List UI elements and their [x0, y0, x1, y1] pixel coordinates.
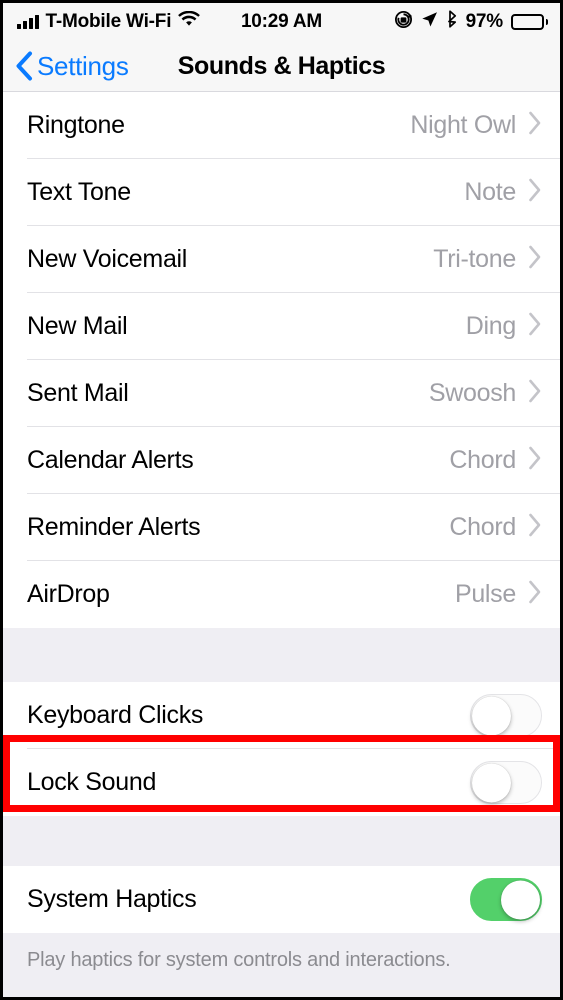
carrier-label: T-Mobile Wi-Fi [45, 11, 172, 32]
chevron-right-icon [528, 580, 542, 609]
row-label: New Mail [27, 312, 128, 340]
row-accessory [470, 878, 542, 921]
row-accessory: Chord [449, 446, 542, 475]
status-bar-right: 97% [394, 10, 548, 35]
row-accessory: Note [464, 178, 542, 207]
list-item-airdrop[interactable]: AirDrop Pulse [3, 561, 560, 628]
row-label: Reminder Alerts [27, 513, 201, 541]
toggle-keyboard-clicks[interactable] [470, 694, 542, 737]
row-accessory [470, 694, 542, 737]
status-bar-left: T-Mobile Wi-Fi [17, 10, 201, 33]
haptics-footer-text: Play haptics for system controls and int… [3, 933, 560, 972]
row-label: Keyboard Clicks [27, 701, 204, 729]
row-label: AirDrop [27, 580, 110, 608]
row-label: Text Tone [27, 178, 131, 206]
chevron-right-icon [528, 245, 542, 274]
list-item-ringtone[interactable]: Ringtone Night Owl [3, 92, 560, 159]
row-label: Calendar Alerts [27, 446, 194, 474]
list-item-lock-sound[interactable]: Lock Sound [3, 749, 560, 816]
haptics-group: System Haptics [3, 866, 560, 933]
chevron-right-icon [528, 379, 542, 408]
back-button[interactable]: Settings [15, 51, 129, 82]
toggle-knob [472, 696, 511, 735]
row-label: Lock Sound [27, 768, 157, 796]
row-value: Swoosh [428, 379, 516, 407]
chevron-right-icon [528, 446, 542, 475]
row-value: Chord [449, 446, 516, 474]
row-accessory: Ding [466, 312, 542, 341]
back-button-label: Settings [37, 50, 129, 81]
sound-tones-group: Ringtone Night Owl Text Tone Note New Vo… [3, 92, 560, 628]
list-item-new-voicemail[interactable]: New Voicemail Tri-tone [3, 226, 560, 293]
row-label: New Voicemail [27, 245, 188, 273]
row-accessory: Tri-tone [433, 245, 542, 274]
chevron-right-icon [528, 312, 542, 341]
list-item-keyboard-clicks[interactable]: Keyboard Clicks [3, 682, 560, 749]
wifi-icon [178, 10, 201, 33]
switch-group: Keyboard Clicks Lock Sound [3, 682, 560, 816]
chevron-right-icon [528, 111, 542, 140]
list-bottom-spacer [3, 972, 560, 997]
list-item-system-haptics[interactable]: System Haptics [3, 866, 560, 933]
row-value: Ding [465, 312, 517, 340]
navigation-bar: Settings Sounds & Haptics [3, 41, 560, 91]
list-item-reminder-alerts[interactable]: Reminder Alerts Chord [3, 494, 560, 561]
toggle-lock-sound[interactable] [470, 761, 542, 804]
settings-list[interactable]: Ringtone Night Owl Text Tone Note New Vo… [3, 91, 560, 997]
list-item-new-mail[interactable]: New Mail Ding [3, 293, 560, 360]
cellular-bars-icon [17, 15, 39, 29]
location-arrow-icon [421, 11, 438, 34]
row-value: Night Owl [410, 111, 516, 139]
chevron-left-icon [15, 51, 33, 81]
toggle-system-haptics[interactable] [470, 878, 542, 921]
battery-percent-label: 97% [465, 11, 504, 32]
row-accessory [470, 761, 542, 804]
rotation-lock-icon [394, 10, 413, 35]
row-label: System Haptics [27, 885, 197, 913]
list-item-calendar-alerts[interactable]: Calendar Alerts Chord [3, 427, 560, 494]
row-accessory: Swoosh [429, 379, 542, 408]
battery-icon [511, 14, 548, 30]
row-accessory: Night Owl [410, 111, 542, 140]
toggle-knob [501, 880, 540, 919]
chevron-right-icon [528, 178, 542, 207]
toggle-knob [472, 763, 511, 802]
group-gap-1 [3, 628, 560, 682]
chevron-right-icon [528, 513, 542, 542]
row-value: Pulse [454, 580, 516, 608]
row-accessory: Chord [449, 513, 542, 542]
status-bar: T-Mobile Wi-Fi 10:29 AM 97% [3, 3, 560, 41]
list-item-text-tone[interactable]: Text Tone Note [3, 159, 560, 226]
row-value: Note [464, 178, 516, 206]
row-value: Tri-tone [433, 245, 516, 273]
row-accessory: Pulse [455, 580, 542, 609]
row-value: Chord [449, 513, 516, 541]
row-label: Ringtone [27, 111, 125, 139]
bluetooth-icon [446, 10, 458, 34]
list-item-sent-mail[interactable]: Sent Mail Swoosh [3, 360, 560, 427]
phone-screen: T-Mobile Wi-Fi 10:29 AM 97% Settings Sou… [3, 3, 560, 997]
row-label: Sent Mail [27, 379, 129, 407]
group-gap-2 [3, 816, 560, 866]
